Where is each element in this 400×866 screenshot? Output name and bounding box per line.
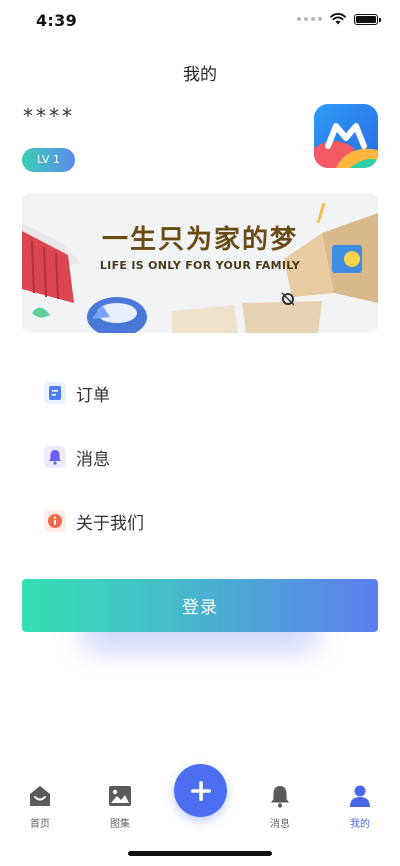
tab-mine[interactable]: 我的 — [330, 783, 390, 830]
menu-item-label: 订单 — [76, 385, 110, 406]
tab-messages[interactable]: 消息 — [250, 783, 310, 830]
tab-label: 消息 — [270, 819, 290, 830]
tab-label: 我的 — [350, 819, 370, 830]
status-bar: 4:39 — [0, 0, 400, 44]
gallery-icon — [109, 786, 131, 806]
login-button[interactable]: 登录 — [22, 579, 378, 632]
menu-item-messages[interactable]: 消息 — [44, 442, 110, 472]
info-icon — [44, 510, 66, 532]
status-time: 4:39 — [36, 11, 77, 30]
home-icon — [30, 786, 50, 806]
tab-home[interactable]: 首页 — [10, 783, 70, 830]
menu-item-label: 关于我们 — [76, 513, 144, 534]
screen: 4:39 我的 **** LV 1 一生只为家的梦 LIFE IS ONLY F… — [0, 0, 400, 866]
menu-item-about[interactable]: 关于我们 — [44, 506, 144, 536]
promo-banner[interactable]: 一生只为家的梦 LIFE IS ONLY FOR YOUR FAMILY — [22, 193, 378, 333]
cellular-signal-icon — [297, 17, 322, 21]
tab-label: 图集 — [110, 819, 130, 830]
plus-icon — [190, 780, 211, 801]
order-icon — [44, 382, 66, 404]
app-logo-icon[interactable] — [314, 104, 378, 168]
tab-label: 首页 — [30, 819, 50, 830]
add-button[interactable] — [174, 764, 227, 817]
menu-item-label: 消息 — [76, 449, 110, 470]
bell-icon — [271, 786, 289, 808]
tab-gallery[interactable]: 图集 — [90, 783, 150, 830]
bell-icon — [44, 446, 66, 468]
home-indicator — [128, 851, 272, 856]
banner-title: 一生只为家的梦 — [101, 225, 298, 255]
banner-subtitle: LIFE IS ONLY FOR YOUR FAMILY — [99, 259, 301, 272]
level-badge: LV 1 — [22, 148, 75, 172]
page-title: 我的 — [183, 65, 217, 85]
wifi-icon — [330, 13, 346, 25]
battery-icon — [354, 13, 381, 25]
user-icon — [350, 785, 370, 807]
menu-item-orders[interactable]: 订单 — [44, 378, 110, 408]
username: **** — [23, 104, 75, 128]
status-icons — [297, 13, 381, 25]
